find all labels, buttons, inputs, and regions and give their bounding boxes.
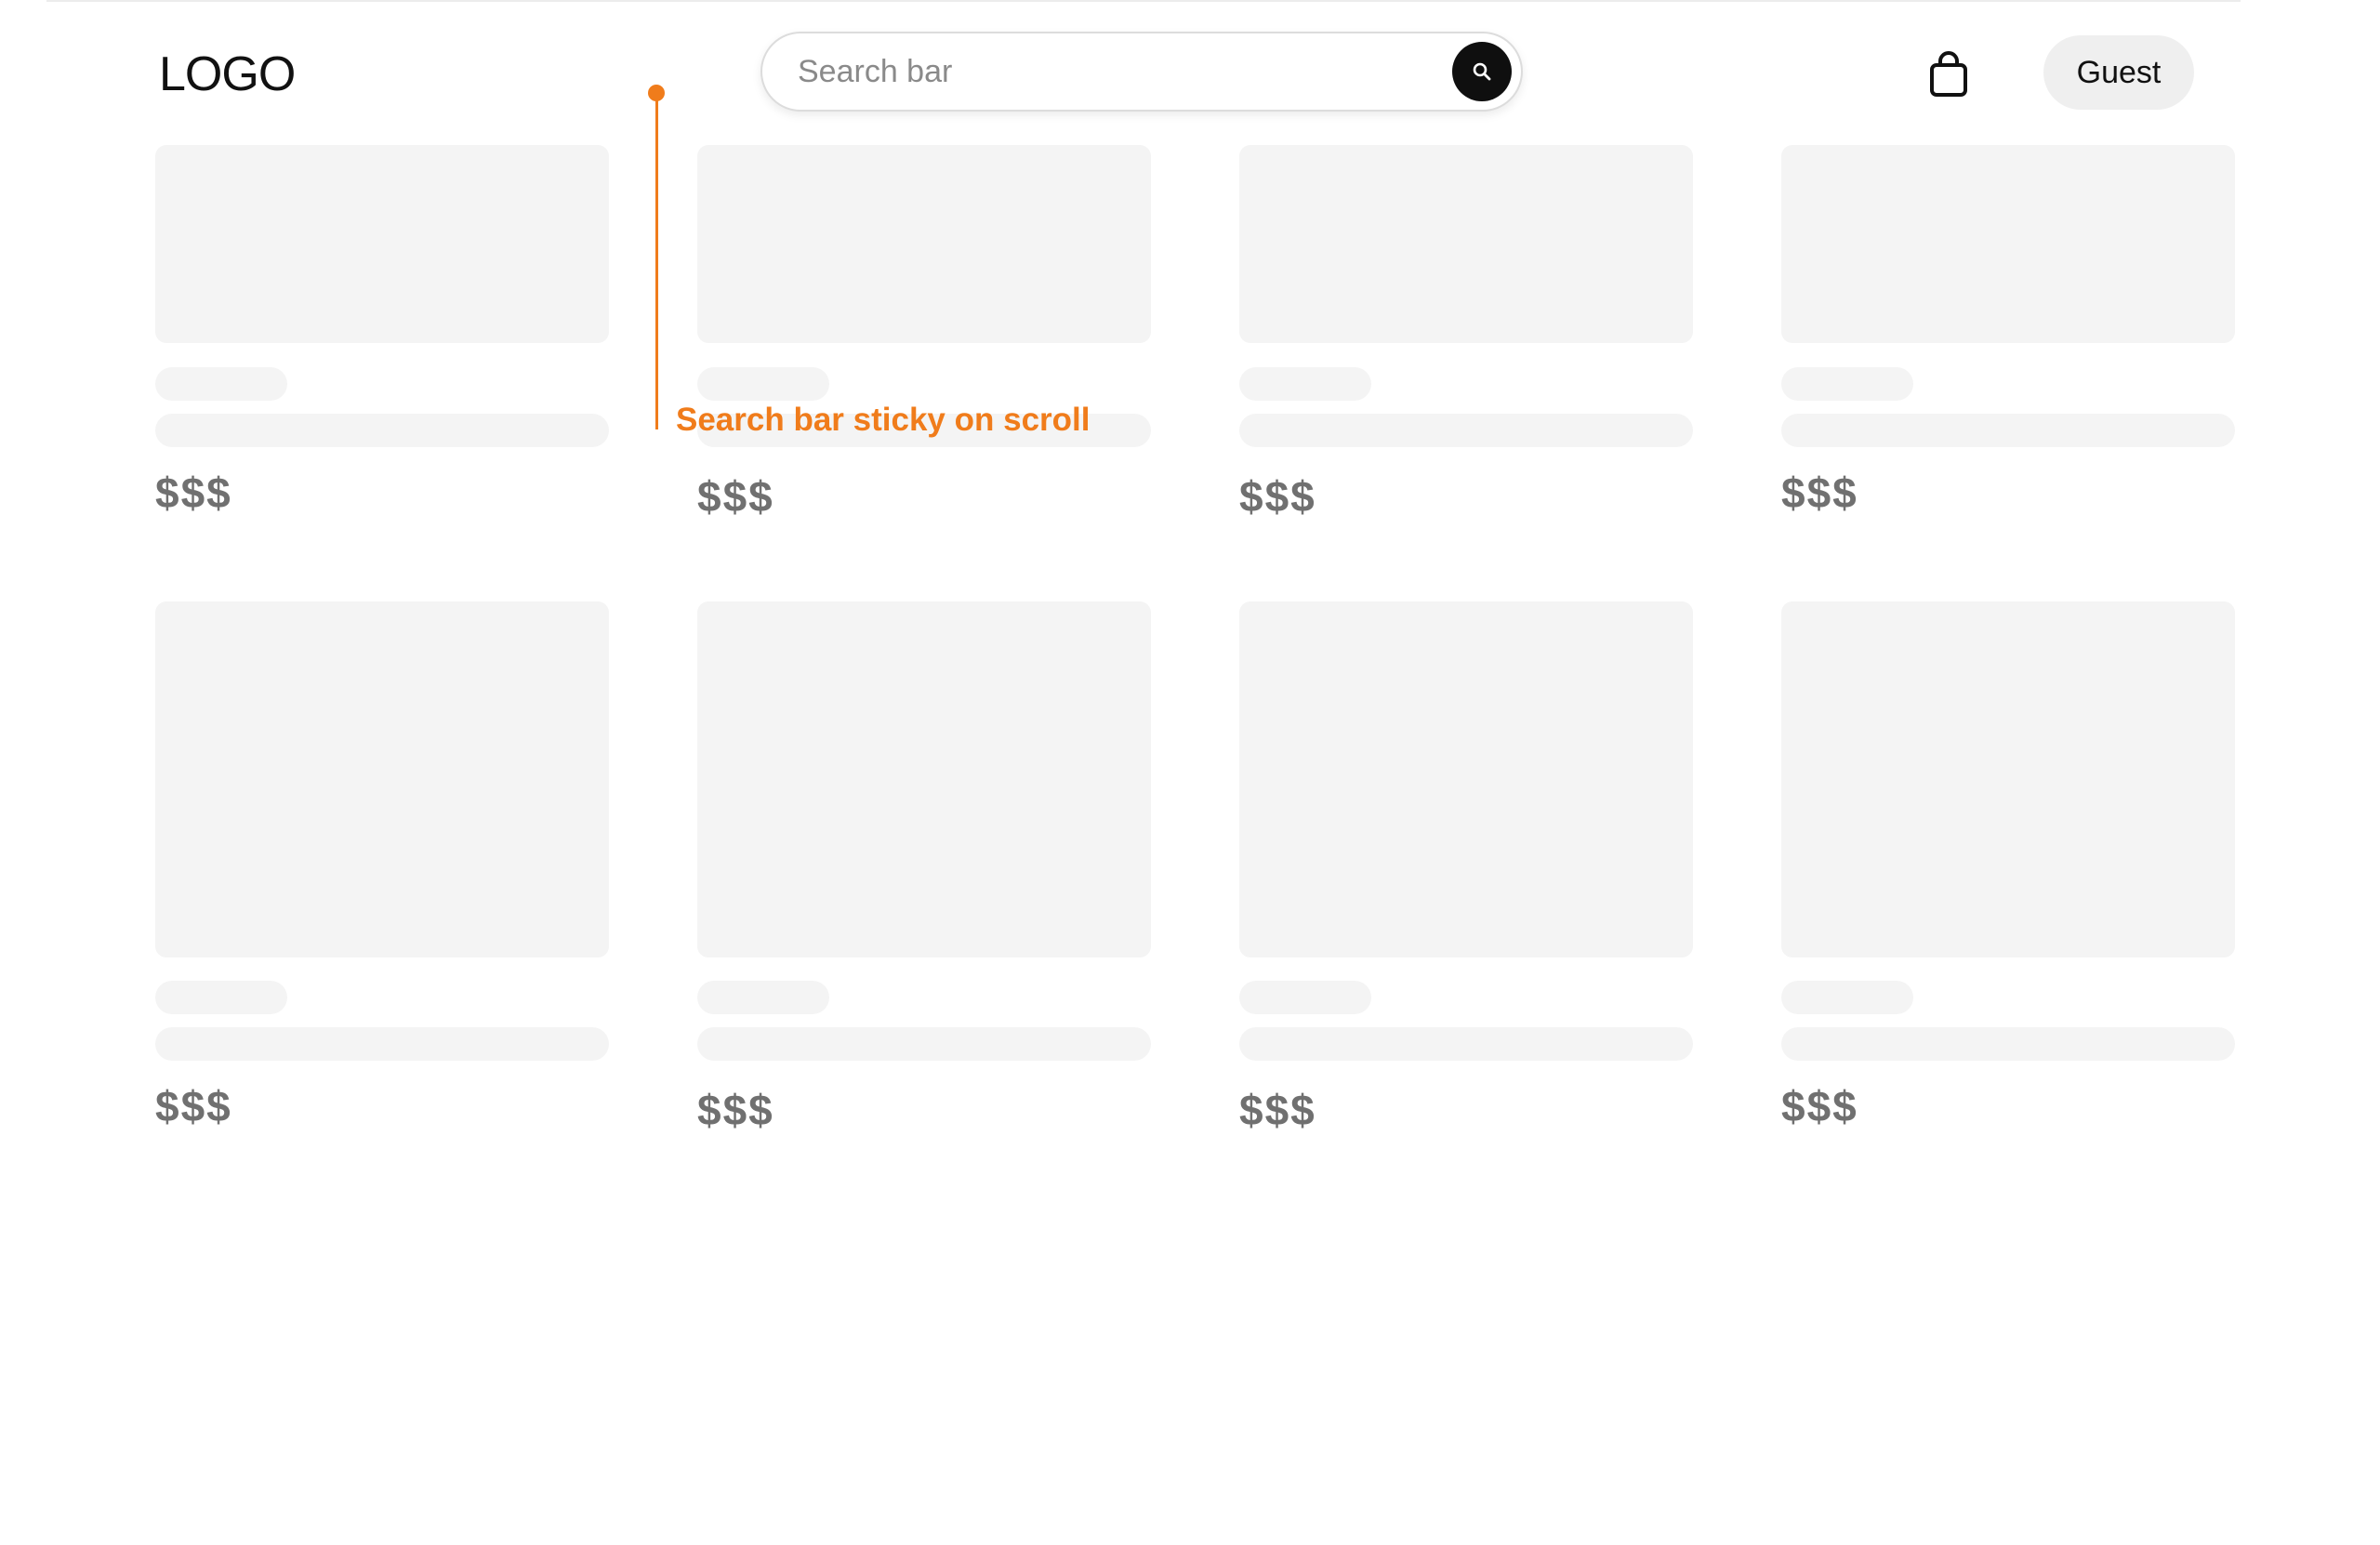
- product-tag-placeholder: [697, 981, 829, 1014]
- product-title-placeholder: [1239, 1027, 1693, 1061]
- product-tag-placeholder: [1781, 981, 1913, 1014]
- product-tag-placeholder: [1239, 367, 1371, 401]
- annotation-line: [655, 93, 658, 429]
- product-price: $$$: [1781, 1082, 1858, 1130]
- top-divider: [46, 0, 2241, 2]
- annotation-label: Search bar sticky on scroll: [676, 402, 1091, 438]
- search-bar[interactable]: [760, 32, 1523, 112]
- product-price: $$$: [697, 1086, 774, 1134]
- product-price: $$$: [697, 472, 774, 521]
- shopping-bag-icon: [1930, 51, 1967, 97]
- product-tag-placeholder: [155, 981, 287, 1014]
- search-icon: [1473, 62, 1491, 81]
- product-image-placeholder: [155, 145, 609, 343]
- product-tag-placeholder: [1781, 367, 1913, 401]
- product-tag-placeholder: [155, 367, 287, 401]
- product-image-placeholder: [1239, 601, 1693, 957]
- logo[interactable]: LOGO: [159, 46, 296, 102]
- guest-button[interactable]: Guest: [2043, 35, 2194, 110]
- annotation-dot: [648, 85, 665, 101]
- product-price: $$$: [1239, 1086, 1316, 1134]
- product-title-placeholder: [1781, 1027, 2235, 1061]
- product-price: $$$: [1781, 469, 1858, 517]
- product-title-placeholder: [155, 414, 609, 447]
- search-input[interactable]: [798, 33, 1393, 110]
- product-image-placeholder: [1781, 601, 2235, 957]
- product-title-placeholder: [155, 1027, 609, 1061]
- search-button[interactable]: [1452, 42, 1512, 101]
- product-price: $$$: [155, 1082, 232, 1130]
- product-image-placeholder: [697, 145, 1151, 343]
- product-price: $$$: [1239, 472, 1316, 521]
- product-tag-placeholder: [697, 367, 829, 401]
- product-image-placeholder: [1239, 145, 1693, 343]
- product-image-placeholder: [155, 601, 609, 957]
- product-title-placeholder: [1781, 414, 2235, 447]
- product-tag-placeholder: [1239, 981, 1371, 1014]
- cart-button[interactable]: [1926, 50, 1971, 99]
- product-title-placeholder: [1239, 414, 1693, 447]
- product-image-placeholder: [1781, 145, 2235, 343]
- product-price: $$$: [155, 469, 232, 517]
- product-title-placeholder: [697, 1027, 1151, 1061]
- product-image-placeholder: [697, 601, 1151, 957]
